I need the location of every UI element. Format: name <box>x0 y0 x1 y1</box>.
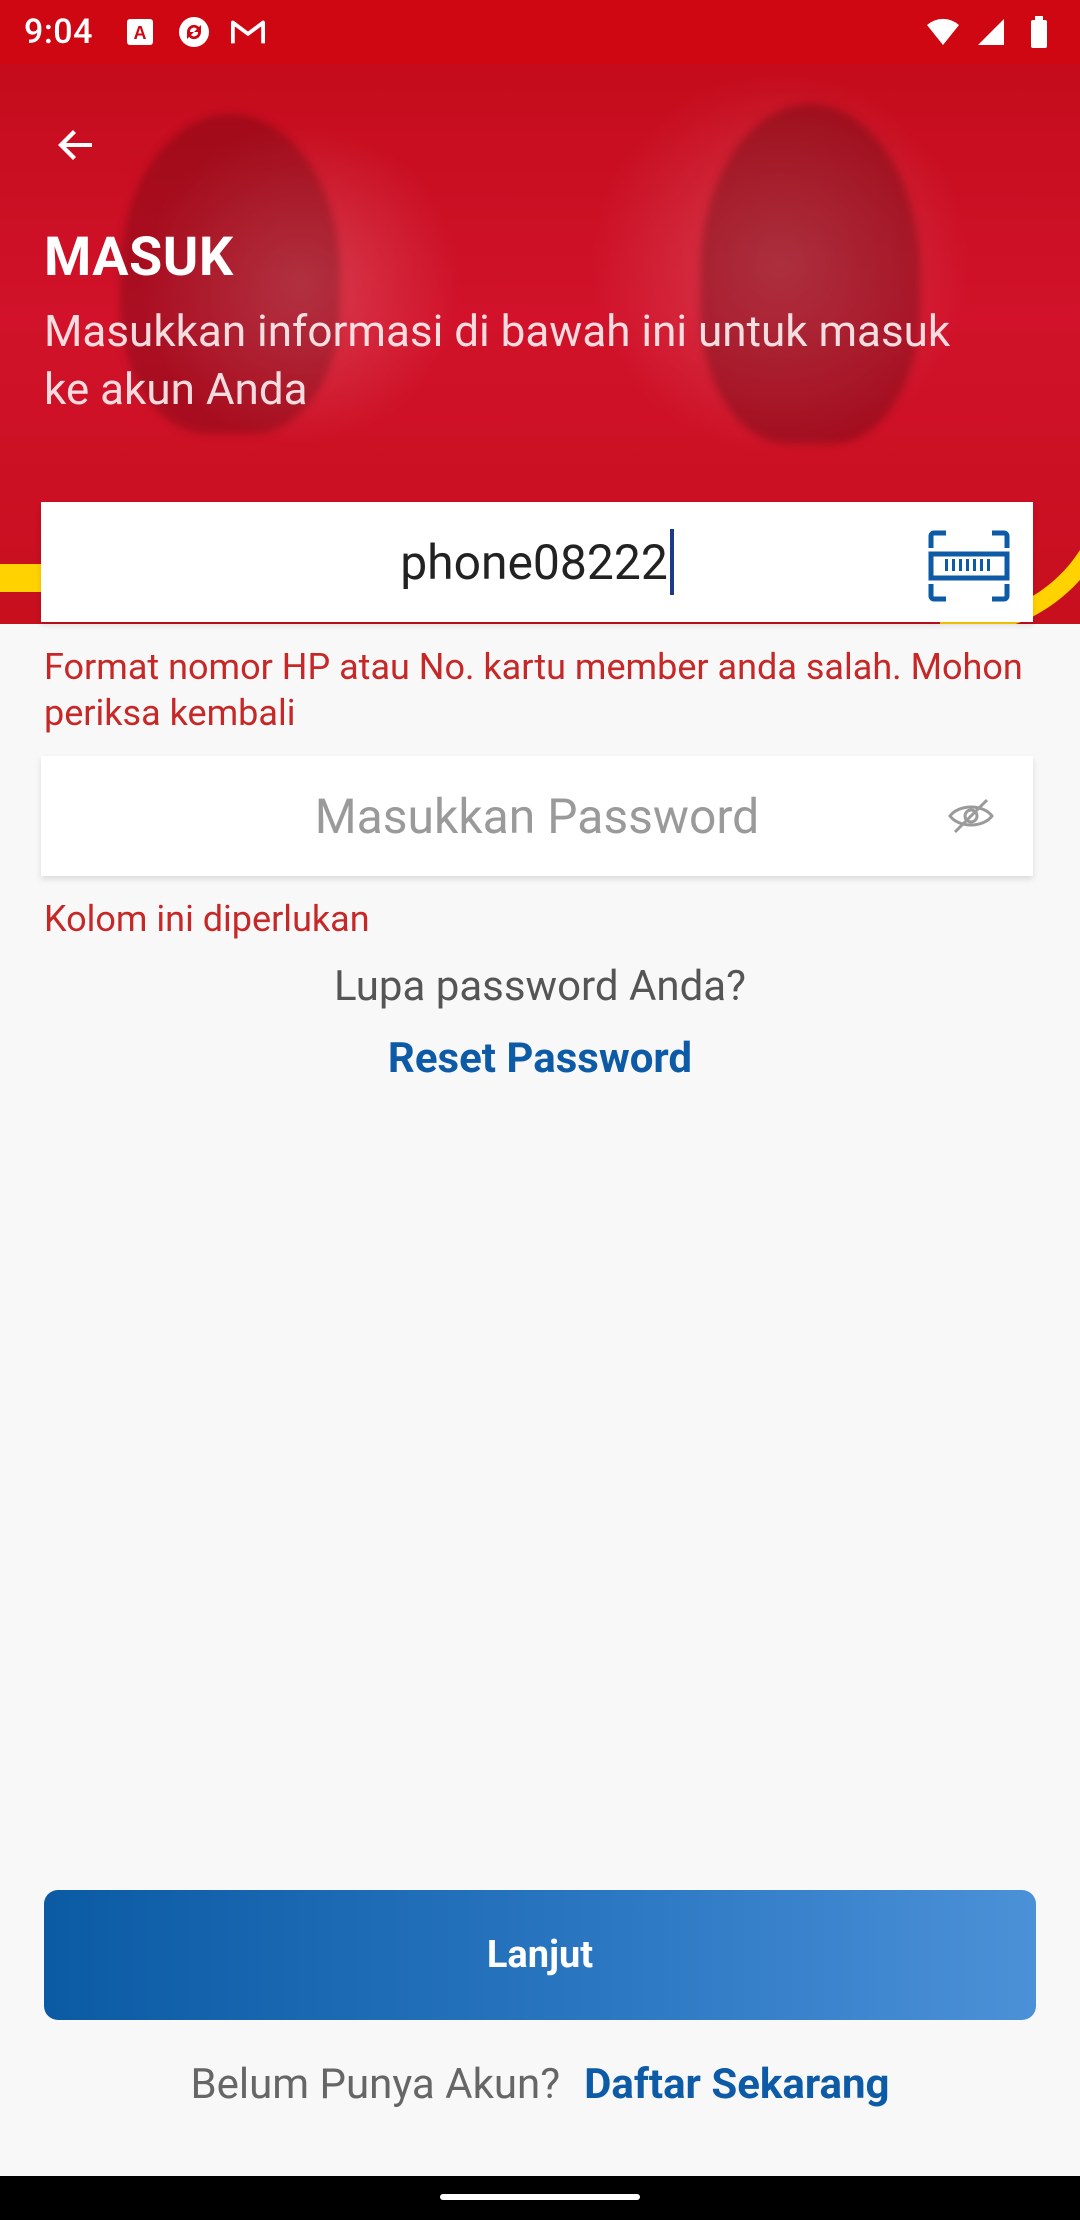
gmail-icon <box>230 15 265 49</box>
register-question: Belum Punya Akun? <box>190 2060 561 2109</box>
toggle-password-visibility-button[interactable] <box>947 796 995 836</box>
password-placeholder[interactable]: Masukkan Password <box>315 788 759 845</box>
battery-icon <box>1022 15 1056 49</box>
signal-icon <box>974 15 1008 49</box>
adobe-icon: A <box>123 15 157 49</box>
sync-icon <box>177 15 211 49</box>
status-bar: 9:04 A <box>0 0 1080 64</box>
continue-button[interactable]: Lanjut <box>44 1890 1036 2020</box>
eye-off-icon <box>948 798 994 834</box>
page-title: MASUK <box>44 226 234 289</box>
home-gesture-handle[interactable] <box>440 2194 640 2200</box>
barcode-scan-button[interactable] <box>927 530 1011 602</box>
password-error-message: Kolom ini diperlukan <box>44 898 370 940</box>
page-subtitle: Masukkan informasi di bawah ini untuk ma… <box>44 305 951 415</box>
text-caret <box>669 529 674 595</box>
status-time: 9:04 <box>24 12 93 52</box>
status-notification-icons: A <box>123 15 265 49</box>
wifi-icon <box>926 15 960 49</box>
forgot-password-text: Lupa password Anda? <box>334 962 746 1011</box>
svg-text:A: A <box>133 23 146 43</box>
status-system-icons <box>926 15 1056 49</box>
back-button[interactable] <box>36 110 116 180</box>
barcode-scan-icon <box>928 530 1010 602</box>
register-link[interactable]: Daftar Sekarang <box>584 2060 889 2109</box>
reset-password-link[interactable]: Reset Password <box>0 1034 1080 1083</box>
register-prompt: Belum Punya Akun? Daftar Sekarang <box>0 2060 1080 2109</box>
phone-input-value[interactable]: phone08222 <box>400 534 668 591</box>
phone-error-message: Format nomor HP atau No. kartu member an… <box>44 646 1023 734</box>
navigation-bar <box>0 2176 1080 2220</box>
phone-field[interactable]: phone08222 <box>41 502 1033 622</box>
arrow-left-icon <box>58 130 92 160</box>
password-field[interactable]: Masukkan Password <box>41 756 1033 876</box>
